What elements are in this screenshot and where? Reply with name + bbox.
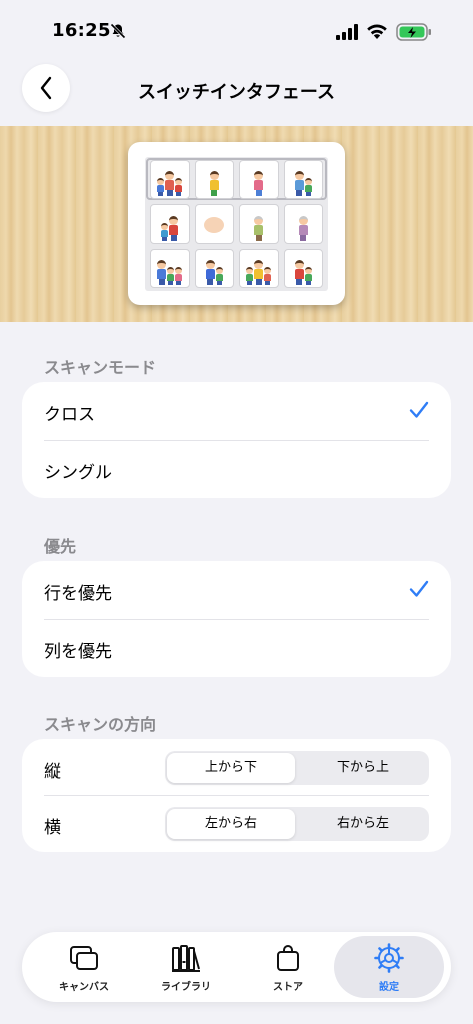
direction-label: 横 <box>44 818 61 838</box>
tab-label: 設定 <box>379 982 399 993</box>
priority-group: 行を優先 列を優先 <box>22 561 451 677</box>
horizontal-direction-segmented-control: 左から右 右から左 <box>165 807 429 841</box>
segment-top-to-bottom[interactable]: 上から下 <box>167 753 295 783</box>
option-label: 列を優先 <box>44 642 112 662</box>
preview-cell <box>194 248 234 288</box>
tab-label: ストア <box>273 982 303 993</box>
direction-group: 縦 上から下 下から上 横 左から右 右から左 <box>22 739 451 852</box>
priority-option-column[interactable]: 列を優先 <box>22 619 451 677</box>
preview-cell <box>283 204 323 244</box>
preview-cell <box>150 204 190 244</box>
tab-store[interactable]: ストア <box>236 936 340 998</box>
scan-mode-option-single[interactable]: シングル <box>22 440 451 498</box>
segment-right-to-left[interactable]: 右から左 <box>299 809 427 839</box>
status-time: 16:25 <box>52 20 111 41</box>
battery-charging-icon <box>396 23 431 41</box>
direction-header: スキャンの方向 <box>44 715 157 734</box>
canvas-icon <box>70 946 98 970</box>
option-label: 行を優先 <box>44 584 112 604</box>
direction-row-vertical: 縦 上から下 下から上 <box>22 739 451 797</box>
segment-left-to-right[interactable]: 左から右 <box>167 809 295 839</box>
direction-row-horizontal: 横 左から右 右から左 <box>22 795 451 853</box>
preview-cell <box>239 204 279 244</box>
page-title: スイッチインタフェース <box>137 82 336 103</box>
wifi-icon <box>367 24 387 39</box>
preview-cell <box>239 248 279 288</box>
preview-cell <box>283 160 323 200</box>
priority-header: 優先 <box>44 537 77 556</box>
checkmark-icon <box>409 580 429 597</box>
scan-mode-group: クロス シングル <box>22 382 451 498</box>
tab-label: キャンバス <box>59 982 109 993</box>
preview-cell <box>194 160 234 200</box>
preview-cell <box>283 248 323 288</box>
tab-bar: キャンバス ライブラリ ストア 設定 <box>22 932 451 1002</box>
preview-cell <box>150 160 190 200</box>
preview-cell <box>150 248 190 288</box>
tab-canvas[interactable]: キャンバス <box>32 936 136 998</box>
tab-library[interactable]: ライブラリ <box>134 936 238 998</box>
checkmark-icon <box>409 401 429 418</box>
vertical-direction-segmented-control: 上から下 下から上 <box>165 751 429 785</box>
library-icon <box>172 945 200 972</box>
scan-preview-banner <box>0 126 473 322</box>
shopping-bag-icon <box>277 945 299 971</box>
option-label: クロス <box>44 405 95 425</box>
settings-gear-icon <box>374 943 404 973</box>
scan-mode-header: スキャンモード <box>44 358 157 377</box>
scan-mode-option-cross[interactable]: クロス <box>22 382 451 440</box>
priority-option-row[interactable]: 行を優先 <box>22 561 451 619</box>
bell-slash-icon <box>110 23 126 39</box>
status-bar: 16:25 <box>0 0 473 62</box>
tab-label: ライブラリ <box>161 982 211 993</box>
tab-settings[interactable]: 設定 <box>334 936 444 998</box>
signal-icon <box>336 24 358 40</box>
scan-preview-card <box>128 142 345 305</box>
preview-grid <box>145 157 328 291</box>
segment-bottom-to-top[interactable]: 下から上 <box>299 753 427 783</box>
direction-label: 縦 <box>44 762 61 782</box>
preview-cell <box>239 160 279 200</box>
option-label: シングル <box>44 463 112 483</box>
preview-cell <box>194 204 234 244</box>
